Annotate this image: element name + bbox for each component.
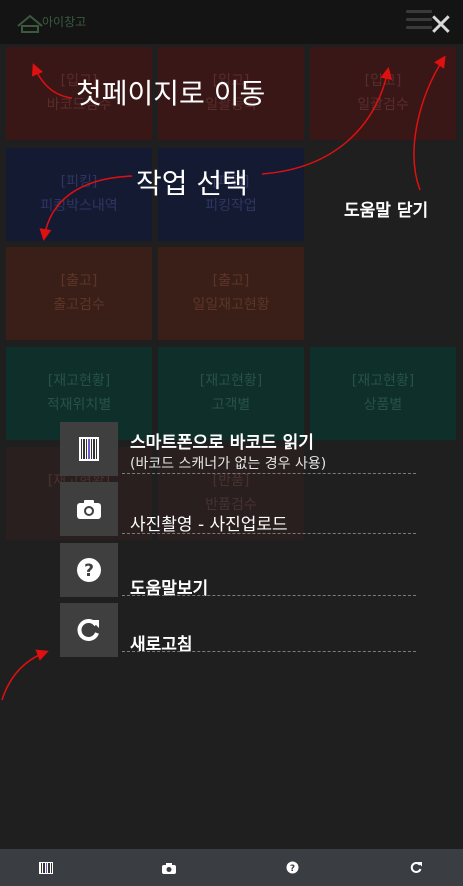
barcode-title: 스마트폰으로 바코드 읽기 xyxy=(130,433,314,453)
camera-icon[interactable] xyxy=(149,849,189,886)
barcode-subtitle: (바코드 스캐너가 없는 경우 사용) xyxy=(130,456,327,472)
refresh-icon[interactable] xyxy=(396,849,436,886)
arrow-to-menu-panel xyxy=(1,649,49,701)
barcode-icon[interactable] xyxy=(26,849,66,886)
menu-item-refresh[interactable]: 새로고침 xyxy=(60,603,416,659)
annotation-first-page: 첫페이지로 이동 xyxy=(76,77,266,110)
svg-text:?: ? xyxy=(84,561,94,581)
divider xyxy=(122,595,416,596)
help-icon[interactable]: ? xyxy=(272,849,312,886)
menu-item-barcode[interactable]: 스마트폰으로 바코드 읽기 (바코드 스캐너가 없는 경우 사용) xyxy=(60,422,416,478)
arrow-to-close xyxy=(413,55,446,191)
menu-item-photo[interactable]: 사진촬영 - 사진업로드 xyxy=(60,482,416,538)
annotation-select-task: 작업 선택 xyxy=(136,167,248,200)
arrow-to-logo xyxy=(31,63,73,99)
barcode-icon xyxy=(60,422,118,476)
help-icon: ? xyxy=(60,543,118,597)
bottom-toolbar: ? xyxy=(0,849,463,886)
arrow-to-tile-left xyxy=(39,175,133,241)
annotation-close-help: 도움말 닫기 xyxy=(344,201,429,221)
divider xyxy=(122,473,416,474)
refresh-icon xyxy=(60,603,118,657)
divider xyxy=(122,533,416,534)
close-icon[interactable]: ✕ xyxy=(427,11,455,41)
menu-item-help[interactable]: ? 도움말보기 xyxy=(60,543,416,599)
camera-icon xyxy=(60,482,118,536)
arrow-to-menu xyxy=(261,67,393,175)
svg-text:?: ? xyxy=(289,864,294,874)
divider xyxy=(122,651,416,652)
photo-title: 사진촬영 - 사진업로드 xyxy=(130,515,288,535)
